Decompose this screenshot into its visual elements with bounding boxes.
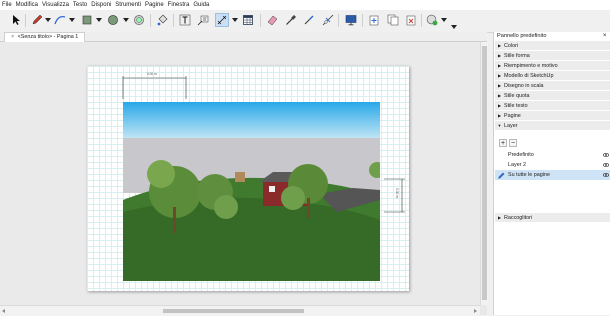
expand-right-icon: ▶ bbox=[497, 73, 502, 78]
layer-row-selected[interactable]: Su tutte le pagine bbox=[495, 170, 610, 180]
pencil-dropdown-icon[interactable] bbox=[45, 18, 51, 22]
active-layer-pencil-icon bbox=[498, 172, 505, 179]
text-icon[interactable] bbox=[178, 13, 192, 27]
expand-right-icon: ▶ bbox=[497, 63, 502, 68]
menu-file[interactable]: File bbox=[0, 0, 14, 10]
scroll-right-icon[interactable] bbox=[474, 309, 477, 313]
pencil-icon[interactable] bbox=[30, 13, 44, 27]
present-icon[interactable] bbox=[344, 13, 358, 27]
panel-pagine[interactable]: ▶ Pagine bbox=[495, 111, 610, 121]
circle-dropdown-icon[interactable] bbox=[123, 18, 129, 22]
select-arrow-icon[interactable] bbox=[9, 13, 23, 27]
horizontal-scroll-thumb[interactable] bbox=[163, 309, 304, 313]
model-render bbox=[123, 102, 380, 281]
menu-testo[interactable]: Testo bbox=[71, 0, 89, 10]
drawing-canvas[interactable]: 0.00 m 0.00 m bbox=[0, 42, 480, 305]
scroll-left-icon[interactable] bbox=[2, 309, 5, 313]
panel-stile-testo[interactable]: ▶ Stile testo bbox=[495, 101, 610, 111]
menu-modifica[interactable]: Modifica bbox=[14, 0, 40, 10]
layer-buttons: + − bbox=[499, 139, 519, 147]
expand-right-icon: ▶ bbox=[497, 53, 502, 58]
line-dropdown-icon[interactable] bbox=[69, 18, 75, 22]
duplicate-page-icon[interactable] bbox=[386, 13, 400, 27]
expand-right-icon: ▶ bbox=[497, 43, 502, 48]
eye-icon[interactable] bbox=[603, 163, 609, 167]
sketchup-model-viewport[interactable] bbox=[123, 102, 380, 281]
panel-raccoglitori[interactable]: ▶ Raccoglitori bbox=[495, 213, 610, 223]
menu-disponi[interactable]: Disponi bbox=[89, 0, 113, 10]
panel-riempimento[interactable]: ▶ Riempimento e motivo bbox=[495, 61, 610, 71]
expand-right-icon: ▶ bbox=[497, 83, 502, 88]
document-tabs: × <Senza titolo> - Pagina 1 bbox=[0, 32, 487, 42]
expand-right-icon: ▶ bbox=[497, 93, 502, 98]
send-dropdown-icon[interactable] bbox=[441, 18, 447, 22]
panel-disegno-in-scala[interactable]: ▶ Disegno in scala bbox=[495, 81, 610, 91]
panel-stile-forma[interactable]: ▶ Stile forma bbox=[495, 51, 610, 61]
shape-square-icon[interactable] bbox=[80, 13, 94, 27]
delete-page-icon[interactable] bbox=[404, 13, 418, 27]
remove-layer-button[interactable]: − bbox=[509, 139, 517, 147]
eraser-icon[interactable] bbox=[265, 13, 279, 27]
add-page-icon[interactable] bbox=[367, 13, 381, 27]
menu-strumenti[interactable]: Strumenti bbox=[113, 0, 143, 10]
panel-modello-sketchup[interactable]: ▶ Modello di SketchUp bbox=[495, 71, 610, 81]
expand-right-icon: ▶ bbox=[497, 215, 502, 220]
dimension-dropdown-icon[interactable] bbox=[232, 18, 238, 22]
document-tab-label: <Senza titolo> - Pagina 1 bbox=[17, 34, 79, 40]
menu-bar: File Modifica Visualizza Testo Disponi S… bbox=[0, 0, 610, 10]
send-to-sketchup-icon[interactable] bbox=[425, 13, 439, 27]
horizontal-scrollbar[interactable] bbox=[0, 305, 480, 316]
expand-down-icon: ▼ bbox=[497, 123, 502, 128]
panel-colori[interactable]: ▶ Colori bbox=[495, 41, 610, 51]
paint-bucket-icon[interactable] bbox=[155, 13, 169, 27]
expand-right-icon: ▶ bbox=[497, 113, 502, 118]
document-tab[interactable]: × <Senza titolo> - Pagina 1 bbox=[4, 32, 86, 42]
tab-close-icon[interactable]: × bbox=[11, 34, 14, 40]
panel-stile-quota[interactable]: ▶ Stile quota bbox=[495, 91, 610, 101]
layer-row[interactable]: Layer 2 bbox=[495, 160, 610, 170]
expand-right-icon: ▶ bbox=[497, 103, 502, 108]
eyedropper-icon[interactable] bbox=[284, 13, 298, 27]
toolbar-overflow-icon[interactable] bbox=[451, 25, 457, 29]
add-layer-button[interactable]: + bbox=[499, 139, 507, 147]
eye-icon[interactable] bbox=[603, 153, 609, 157]
layer-name: Predefinito bbox=[508, 152, 534, 158]
shape-dropdown-icon[interactable] bbox=[96, 18, 102, 22]
dimension-right-label: 0.00 m bbox=[394, 188, 399, 198]
table-icon[interactable] bbox=[241, 13, 255, 27]
vertical-scrollbar[interactable] bbox=[480, 42, 488, 305]
tray-title: Pannello predefinito bbox=[497, 33, 547, 39]
offset-icon[interactable] bbox=[132, 13, 146, 27]
vertical-scroll-thumb[interactable] bbox=[482, 46, 487, 300]
menu-visualizza[interactable]: Visualizza bbox=[40, 0, 71, 10]
menu-pagine[interactable]: Pagine bbox=[143, 0, 166, 10]
dimension-top-label: 0.00 m bbox=[147, 72, 157, 76]
document-area: × <Senza titolo> - Pagina 1 0.00 m 0.00 … bbox=[0, 32, 488, 316]
main-toolbar bbox=[0, 10, 610, 33]
layer-name: Layer 2 bbox=[508, 162, 526, 168]
tray-close-icon[interactable]: × bbox=[603, 32, 607, 40]
circle-icon[interactable] bbox=[106, 13, 120, 27]
panel-layer[interactable]: ▼ Layer bbox=[495, 121, 610, 131]
split-icon[interactable] bbox=[321, 13, 335, 27]
paper-page[interactable]: 0.00 m 0.00 m bbox=[87, 66, 409, 291]
menu-guida[interactable]: Guida bbox=[191, 0, 211, 10]
layer-name: Su tutte le pagine bbox=[508, 172, 550, 178]
style-icon[interactable] bbox=[302, 13, 316, 27]
layer-row[interactable]: Predefinito bbox=[495, 150, 610, 160]
eye-icon[interactable] bbox=[603, 173, 609, 177]
label-icon[interactable] bbox=[196, 13, 210, 27]
line-tool-icon[interactable] bbox=[53, 13, 67, 27]
menu-finestra[interactable]: Finestra bbox=[166, 0, 192, 10]
dimension-icon[interactable] bbox=[215, 13, 229, 27]
